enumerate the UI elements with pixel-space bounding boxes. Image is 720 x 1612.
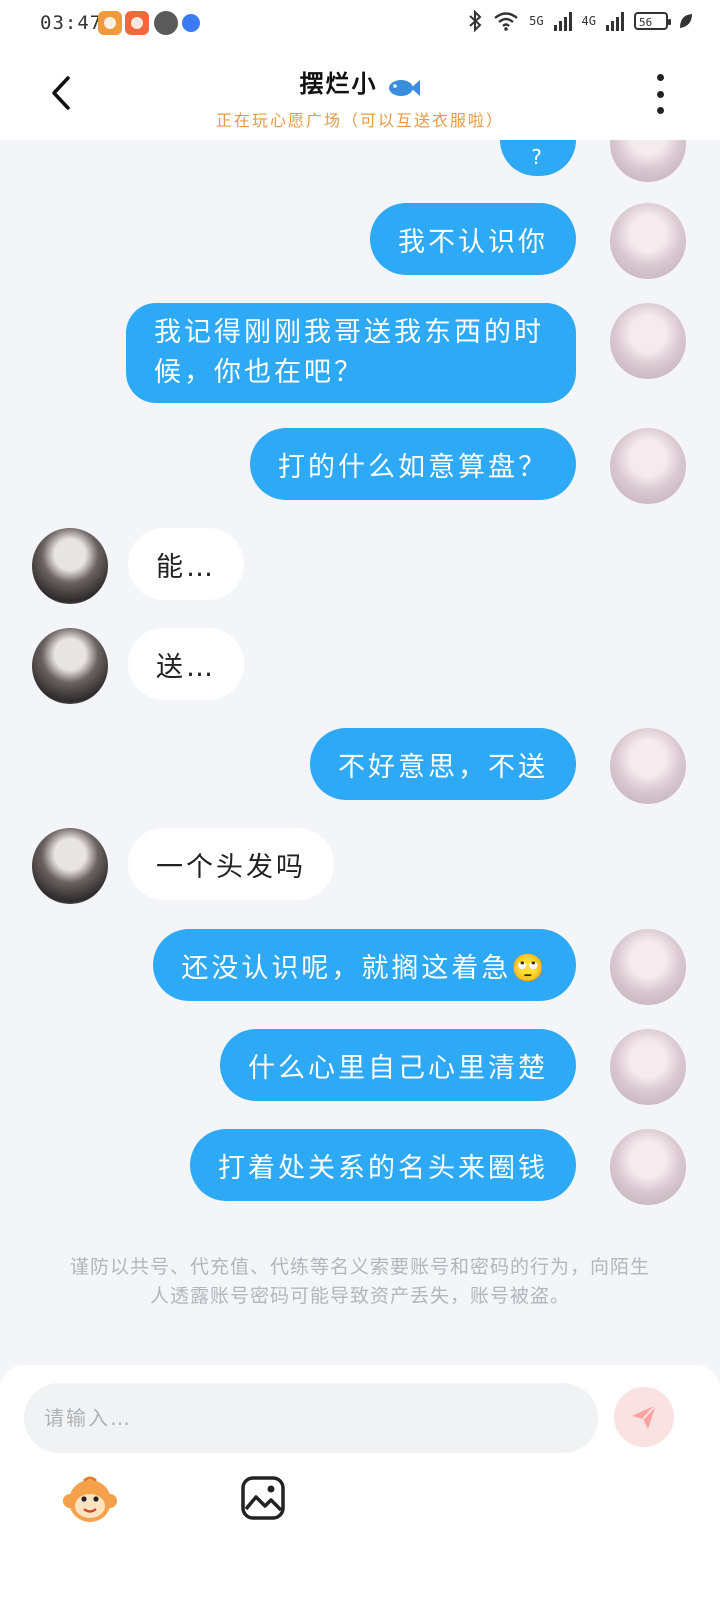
sticker-button[interactable] — [62, 1475, 117, 1527]
my-avatar[interactable] — [610, 1029, 686, 1105]
image-icon — [241, 1476, 285, 1520]
contact-avatar[interactable] — [32, 528, 108, 604]
app-notification-icon — [98, 11, 122, 35]
contact-avatar[interactable] — [32, 628, 108, 704]
incoming-message-bubble[interactable]: 能… — [128, 528, 244, 600]
message-text: 送… — [156, 651, 216, 683]
message-text: 我记得刚刚我哥送我东西的时候，你也在吧？ — [154, 317, 544, 388]
outgoing-message-bubble[interactable]: 我记得刚刚我哥送我东西的时候，你也在吧？ — [126, 303, 576, 403]
chat-title-block: 摆烂小 正在玩心愿广场（可以互送衣服啦） — [0, 64, 720, 131]
message-text: 什么心里自己心里清楚 — [248, 1052, 548, 1084]
incoming-message-bubble[interactable]: 送… — [128, 628, 244, 700]
chat-status-subtitle: 正在玩心愿广场（可以互送衣服啦） — [215, 111, 504, 130]
outgoing-message-bubble[interactable]: 什么心里自己心里清楚 — [220, 1029, 576, 1101]
my-avatar[interactable] — [610, 303, 686, 379]
message-input[interactable] — [24, 1383, 598, 1453]
chat-title: 摆烂小 — [299, 70, 378, 98]
security-warning-notice: 谨防以共号、代充值、代练等名义索要账号和密码的行为，向陌生人透露账号密码可能导致… — [70, 1256, 651, 1307]
bluetooth-icon — [469, 10, 482, 32]
message-composer — [0, 1365, 720, 1612]
outgoing-message-bubble[interactable]: 打的什么如意算盘？ — [250, 428, 576, 500]
signal-icon — [606, 11, 624, 31]
outgoing-message-bubble[interactable]: 打着处关系的名头来圈钱 — [190, 1129, 576, 1201]
status-time: 03:47 — [40, 12, 103, 34]
status-bar: 03:47 5G 4G 56 — [0, 0, 720, 48]
message-text: 我不认识你 — [398, 226, 548, 258]
chat-header: 摆烂小 正在玩心愿广场（可以互送衣服啦） — [0, 48, 720, 140]
send-icon — [632, 1404, 657, 1429]
more-dot-icon — [656, 107, 664, 114]
message-text: 能… — [156, 551, 216, 583]
my-avatar[interactable] — [610, 1129, 686, 1205]
message-text: 一个头发吗 — [156, 851, 306, 883]
app-notification-icon — [125, 11, 149, 35]
more-dot-icon — [656, 74, 664, 81]
my-avatar[interactable] — [610, 203, 686, 279]
outgoing-message-bubble[interactable]: 不好意思，不送 — [310, 728, 576, 800]
app-notification-icon — [154, 11, 178, 35]
outgoing-message-bubble[interactable]: 还没认识呢，就搁这着急🙄 — [153, 929, 576, 1001]
monkey-face-icon — [63, 1476, 117, 1522]
my-avatar[interactable] — [610, 929, 686, 1005]
wifi-icon — [494, 12, 518, 31]
my-avatar[interactable] — [610, 728, 686, 804]
more-dot-icon — [656, 90, 664, 98]
status-indicators: 5G 4G 56 — [467, 10, 694, 32]
chat-message-list[interactable]: ? 我不认识你 我记得刚刚我哥送我东西的时候，你也在吧？ 打的什么如意算盘？ 能… — [0, 140, 720, 1365]
network-type-label: 5G — [529, 14, 544, 28]
battery-level: 56 — [639, 16, 653, 29]
incoming-message-bubble[interactable]: 一个头发吗 — [128, 828, 334, 900]
app-notification-icon — [182, 14, 200, 32]
send-button[interactable] — [614, 1387, 674, 1447]
contact-avatar[interactable] — [32, 828, 108, 904]
message-text: ? — [531, 145, 545, 169]
outgoing-message-bubble[interactable]: 我不认识你 — [370, 203, 576, 275]
more-options-button[interactable] — [648, 74, 672, 114]
leaf-icon — [680, 14, 692, 28]
my-avatar[interactable] — [610, 428, 686, 504]
network-type-label: 4G — [581, 14, 596, 28]
message-text: 还没认识呢，就搁这着急🙄 — [181, 952, 548, 984]
my-avatar[interactable] — [610, 140, 686, 182]
message-text: 打着处关系的名头来圈钱 — [218, 1152, 548, 1184]
outgoing-message-bubble[interactable]: ? — [500, 140, 576, 176]
fish-icon — [388, 79, 420, 96]
battery-icon: 56 — [634, 12, 671, 30]
image-picker-button[interactable] — [240, 1475, 292, 1527]
message-text: 不好意思，不送 — [338, 751, 548, 783]
signal-icon — [553, 11, 572, 31]
message-text: 打的什么如意算盘？ — [278, 451, 548, 483]
